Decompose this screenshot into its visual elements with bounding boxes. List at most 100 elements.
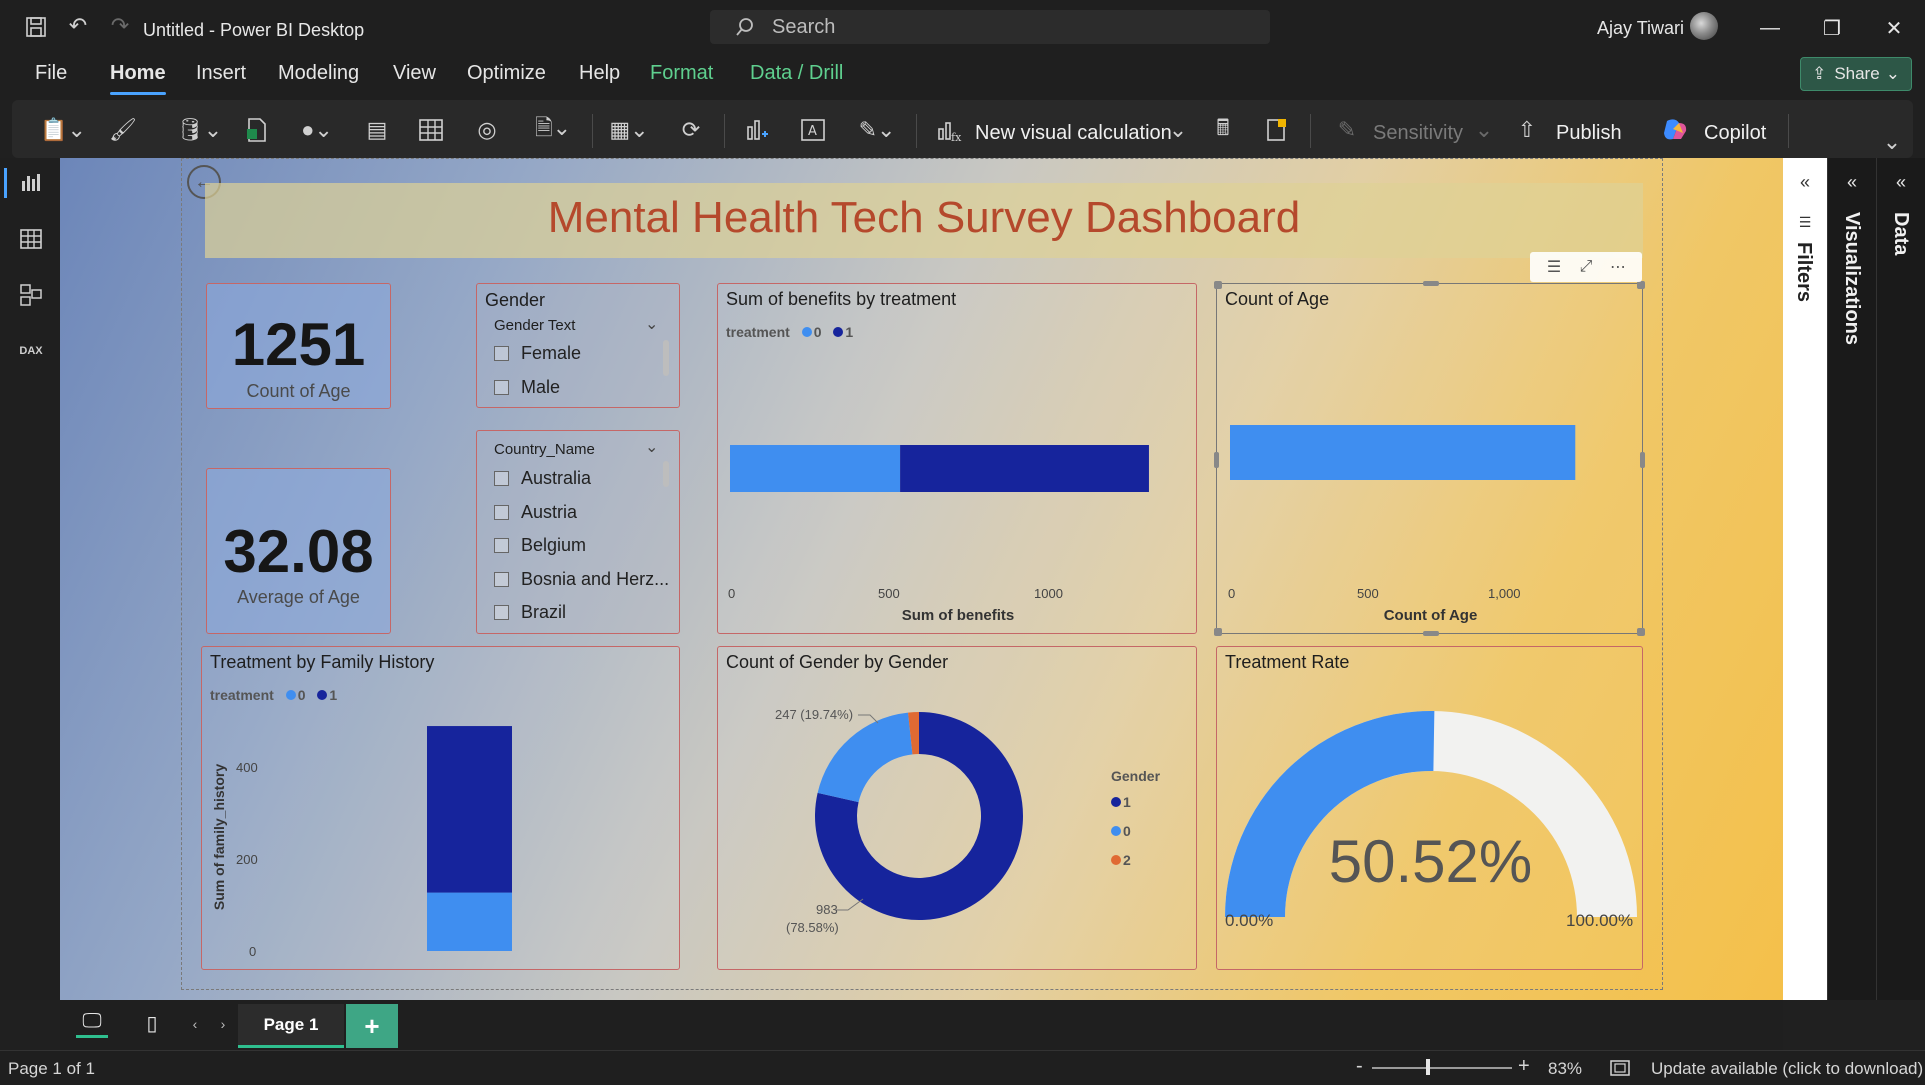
checkbox[interactable]: [494, 346, 509, 361]
bar-treatment-0[interactable]: [730, 445, 901, 492]
publish-icon[interactable]: ⇧: [1510, 112, 1544, 148]
bar-count-of-age[interactable]: [1230, 425, 1576, 480]
refresh-icon[interactable]: ⟳: [674, 112, 708, 148]
desktop-layout-icon[interactable]: 🖵: [76, 1008, 108, 1038]
resize-handle[interactable]: [1637, 628, 1645, 636]
new-visual-calculation-button[interactable]: New visual calculation: [975, 122, 1172, 145]
checkbox[interactable]: [494, 505, 509, 520]
resize-handle[interactable]: [1637, 281, 1645, 289]
filters-label[interactable]: Filters: [1792, 242, 1815, 302]
resize-handle[interactable]: [1423, 631, 1439, 636]
onelake-icon[interactable]: ●⌄: [292, 112, 342, 148]
slicer-item-male[interactable]: Male: [494, 377, 560, 398]
filters-pane[interactable]: « ☰ Filters: [1783, 158, 1827, 1000]
data-pane[interactable]: « Data: [1876, 158, 1925, 1000]
redo-icon[interactable]: ↷: [106, 12, 134, 40]
update-available-link[interactable]: Update available (click to download): [1651, 1059, 1923, 1079]
chevron-down-icon[interactable]: ⌄: [1166, 112, 1190, 148]
table-view-icon[interactable]: [14, 222, 48, 256]
more-options-icon[interactable]: ⋯: [1602, 254, 1634, 280]
zoom-in-button[interactable]: +: [1518, 1055, 1530, 1078]
copilot-icon[interactable]: [1658, 112, 1692, 148]
gender-donut-chart[interactable]: Count of Gender by Gender 247 (19.74%) 9…: [717, 646, 1197, 970]
save-icon[interactable]: [22, 13, 50, 41]
visualizations-pane[interactable]: « Visualizations: [1827, 158, 1876, 1000]
collapse-data-icon[interactable]: «: [1889, 170, 1913, 194]
mobile-layout-icon[interactable]: ▯: [138, 1008, 166, 1038]
slicer-item-bosnia[interactable]: Bosnia and Herz...: [494, 569, 669, 590]
zoom-slider-thumb[interactable]: [1426, 1059, 1430, 1075]
menu-file[interactable]: File: [35, 62, 67, 85]
checkbox[interactable]: [494, 605, 509, 620]
benefits-chart[interactable]: Sum of benefits by treatment treatment 0…: [717, 283, 1197, 634]
report-view-icon[interactable]: [14, 166, 48, 200]
avatar[interactable]: [1690, 12, 1718, 40]
recent-sources-icon[interactable]: ◎: [470, 112, 504, 148]
visualizations-label[interactable]: Visualizations: [1840, 212, 1863, 345]
count-of-age-chart[interactable]: Count of Age 0 500 1,000 Count of Age: [1214, 281, 1645, 636]
calculator-icon[interactable]: 🖩: [1206, 112, 1240, 148]
quick-measure-icon[interactable]: [1260, 112, 1294, 148]
new-visual-icon[interactable]: [740, 112, 774, 148]
chevron-down-icon[interactable]: ⌄: [645, 314, 658, 334]
slicer-item-brazil[interactable]: Brazil: [494, 602, 566, 623]
publish-button[interactable]: Publish: [1556, 122, 1622, 145]
next-page-icon[interactable]: ›: [214, 1012, 232, 1036]
model-view-icon[interactable]: [14, 278, 48, 312]
checkbox[interactable]: [494, 380, 509, 395]
text-box-icon[interactable]: A: [796, 112, 830, 148]
menu-format[interactable]: Format: [650, 62, 713, 85]
bar-treatment-1[interactable]: [900, 445, 1149, 492]
focus-mode-icon[interactable]: ⤢: [1570, 254, 1602, 280]
slicer-item-belgium[interactable]: Belgium: [494, 535, 586, 556]
zoom-out-button[interactable]: -: [1356, 1055, 1363, 1078]
close-icon[interactable]: ✕: [1874, 12, 1914, 44]
treatment-rate-gauge[interactable]: Treatment Rate 50.52% 0.00% 100.00%: [1216, 646, 1643, 970]
resize-handle[interactable]: [1423, 281, 1439, 286]
add-page-button[interactable]: +: [346, 1004, 398, 1048]
slicer-item-australia[interactable]: Australia: [494, 468, 591, 489]
copilot-button[interactable]: Copilot: [1704, 122, 1766, 145]
refresh-schedule-icon[interactable]: 🗎⌄: [528, 112, 578, 148]
kpi-card-average-of-age[interactable]: 32.08 Average of Age: [206, 468, 391, 634]
checkbox[interactable]: [494, 471, 509, 486]
undo-icon[interactable]: ↶: [64, 12, 92, 40]
dataverse-icon[interactable]: ▤: [360, 112, 394, 148]
visual-calculation-icon[interactable]: fx: [932, 112, 966, 148]
excel-icon[interactable]: [240, 112, 274, 148]
page-tab-1[interactable]: Page 1: [238, 1004, 344, 1048]
fit-to-page-icon[interactable]: [1608, 1059, 1632, 1077]
resize-handle[interactable]: [1214, 452, 1219, 468]
share-button[interactable]: ⇪ Share ⌄: [1800, 57, 1912, 91]
gender-slicer[interactable]: Gender Gender Text ⌄ Female Male: [476, 283, 680, 408]
minimize-icon[interactable]: —: [1750, 12, 1790, 44]
filter-icon[interactable]: ☰: [1538, 254, 1570, 280]
family-history-chart[interactable]: Treatment by Family History treatment 0 …: [201, 646, 680, 970]
chevron-down-icon[interactable]: ⌄: [645, 437, 658, 457]
resize-handle[interactable]: [1640, 452, 1645, 468]
resize-handle[interactable]: [1214, 281, 1222, 289]
checkbox[interactable]: [494, 572, 509, 587]
bar-treatment-0[interactable]: [427, 892, 512, 951]
scrollbar[interactable]: [663, 340, 669, 376]
get-data-icon[interactable]: 🛢⌄: [174, 112, 224, 148]
slicer-item-austria[interactable]: Austria: [494, 502, 577, 523]
country-slicer[interactable]: Country_Name ⌄ Australia Austria Belgium…: [476, 430, 680, 634]
user-name[interactable]: Ajay Tiwari: [1597, 18, 1684, 39]
menu-insert[interactable]: Insert: [196, 62, 246, 85]
expand-ribbon-icon[interactable]: ⌄: [1878, 124, 1906, 160]
previous-page-icon[interactable]: ‹: [186, 1012, 204, 1036]
menu-home[interactable]: Home: [110, 62, 166, 85]
slicer-item-female[interactable]: Female: [494, 343, 581, 364]
restore-icon[interactable]: ❐: [1812, 12, 1852, 44]
resize-handle[interactable]: [1214, 628, 1222, 636]
menu-optimize[interactable]: Optimize: [467, 62, 546, 85]
more-visuals-icon[interactable]: ✎⌄: [852, 112, 902, 148]
checkbox[interactable]: [494, 538, 509, 553]
menu-modeling[interactable]: Modeling: [278, 62, 359, 85]
data-label[interactable]: Data: [1889, 212, 1912, 255]
transform-data-icon[interactable]: ▦⌄: [604, 112, 654, 148]
menu-view[interactable]: View: [393, 62, 436, 85]
enter-data-icon[interactable]: [414, 112, 448, 148]
bar-treatment-1[interactable]: [427, 726, 512, 893]
